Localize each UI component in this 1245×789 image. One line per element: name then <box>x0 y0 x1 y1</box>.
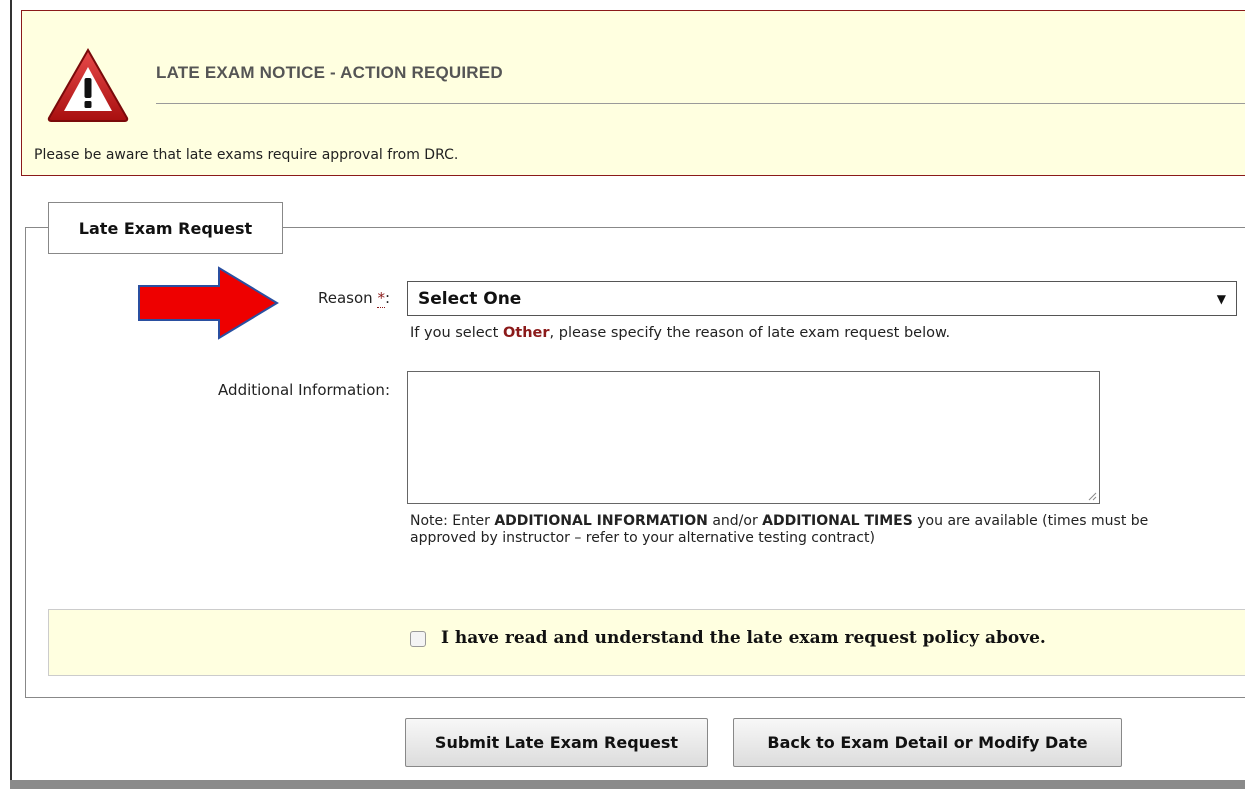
reason-select[interactable]: Select One ▼ <box>407 281 1237 316</box>
late-exam-notice: LATE EXAM NOTICE - ACTION REQUIRED Pleas… <box>21 10 1245 176</box>
acknowledgement-checkbox[interactable] <box>410 631 426 647</box>
required-marker: * <box>377 289 385 308</box>
annotation-arrow-icon <box>138 266 279 340</box>
page-frame-border <box>10 0 12 789</box>
reason-label: Reason *: <box>317 289 390 308</box>
note-mid: and/or <box>712 513 758 529</box>
page-bottom-bar <box>10 780 1245 789</box>
additional-information-note: Note: Enter ADDITIONAL INFORMATION and/o… <box>410 513 1210 547</box>
reason-help-prefix: If you select <box>410 325 499 341</box>
warning-icon <box>47 47 129 122</box>
back-to-exam-detail-button[interactable]: Back to Exam Detail or Modify Date <box>733 718 1122 767</box>
note-bold-additional-times: ADDITIONAL TIMES <box>762 513 913 529</box>
notice-divider <box>156 103 1245 104</box>
reason-select-value: Select One <box>418 288 522 309</box>
reason-label-colon: : <box>384 289 390 307</box>
notice-title: LATE EXAM NOTICE - ACTION REQUIRED <box>156 63 503 82</box>
resize-grip-icon[interactable] <box>1087 491 1097 501</box>
reason-label-text: Reason <box>317 289 373 307</box>
submit-late-exam-request-button[interactable]: Submit Late Exam Request <box>405 718 708 767</box>
notice-message: Please be aware that late exams require … <box>34 147 459 163</box>
note-prefix: Note: Enter <box>410 513 490 529</box>
additional-information-textarea[interactable] <box>407 371 1100 504</box>
acknowledgement-label[interactable]: I have read and understand the late exam… <box>441 628 1046 648</box>
reason-help-suffix: , please specify the reason of late exam… <box>549 325 951 341</box>
note-bold-additional-information: ADDITIONAL INFORMATION <box>494 513 708 529</box>
reason-help-other: Other <box>502 325 550 341</box>
reason-help-text: If you select Other, please specify the … <box>410 325 950 341</box>
fieldset-legend: Late Exam Request <box>48 202 283 254</box>
additional-information-label: Additional Information: <box>218 381 390 399</box>
dropdown-arrow-icon: ▼ <box>1216 291 1226 306</box>
